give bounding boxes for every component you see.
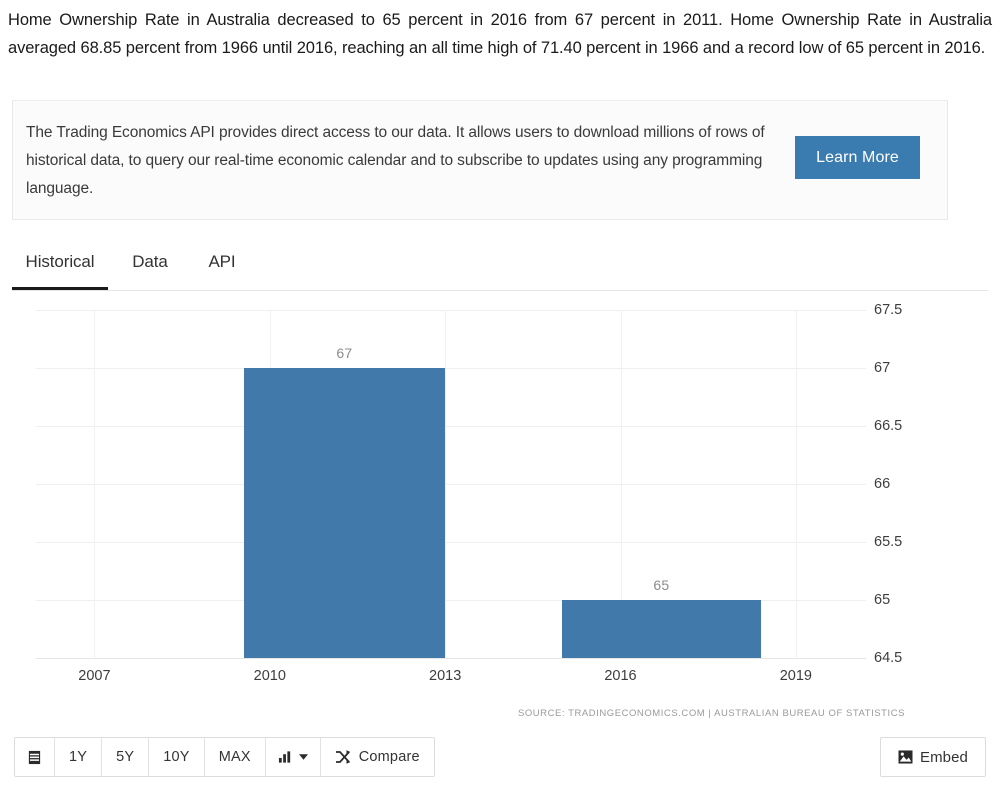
gridline-horizontal (36, 310, 866, 311)
calendar-button[interactable] (15, 738, 55, 776)
chart-source-attribution: SOURCE: TRADINGECONOMICS.COM | AUSTRALIA… (517, 708, 905, 719)
y-axis-tick-label: 64.5 (874, 650, 903, 666)
y-axis-tick-label: 67 (874, 360, 891, 376)
api-promo-banner: The Trading Economics API provides direc… (12, 100, 948, 220)
tab-api[interactable]: API (198, 246, 246, 290)
page-intro-paragraph: Home Ownership Rate in Australia decreas… (8, 11, 992, 57)
chart-plot-area: 67 65 (36, 310, 866, 659)
gridline-vertical (445, 310, 447, 658)
tab-data-label: Data (132, 252, 168, 271)
chart-bar[interactable] (243, 368, 446, 658)
x-axis-tick-label: 2013 (429, 668, 462, 684)
learn-more-button[interactable]: Learn More (795, 136, 920, 179)
chart-tabs: Historical Data API (12, 246, 988, 291)
bar-value-label: 65 (653, 577, 670, 593)
gridline-horizontal (36, 484, 866, 485)
y-axis-tick-label: 65 (874, 592, 891, 608)
compare-button[interactable]: Compare (320, 738, 434, 776)
tab-historical-label: Historical (25, 252, 95, 271)
chart-page: Home Ownership Rate in Australia decreas… (0, 0, 1000, 802)
y-axis-tick-label: 66 (874, 476, 891, 492)
y-axis-tick-label: 65.5 (874, 534, 903, 550)
y-axis-tick-label: 66.5 (874, 418, 903, 434)
chart-type-dropdown[interactable] (265, 738, 321, 776)
gridline-horizontal (36, 426, 866, 427)
chevron-down-icon (298, 754, 308, 760)
image-icon (898, 750, 913, 764)
chart-bar[interactable] (562, 600, 761, 658)
x-axis-tick-label: 2007 (78, 668, 111, 684)
range-10y-button[interactable]: 10Y (149, 738, 205, 776)
x-axis-tick-label: 2010 (253, 668, 286, 684)
gridline-vertical (795, 310, 797, 658)
gridline-vertical (94, 310, 96, 658)
api-promo-text: The Trading Economics API provides direc… (26, 124, 765, 197)
home-ownership-bar-chart[interactable]: 67 65 67.5 67 66.5 66 65.5 65 64.5 2007 2010 2013… (0, 296, 1000, 696)
tab-historical[interactable]: Historical (12, 246, 108, 290)
range-max-button[interactable]: MAX (204, 738, 266, 776)
tab-data[interactable]: Data (126, 246, 174, 290)
compare-label: Compare (358, 749, 420, 765)
shuffle-icon (335, 750, 351, 764)
bar-chart-icon (278, 750, 293, 764)
range-1y-button[interactable]: 1Y (55, 738, 103, 776)
y-axis-tick-label: 67.5 (874, 302, 903, 318)
range-5y-button[interactable]: 5Y (102, 738, 150, 776)
x-axis-tick-label: 2016 (604, 668, 637, 684)
x-axis-tick-label: 2019 (779, 668, 812, 684)
chart-toolbar: 1Y 5Y 10Y MAX Compare (14, 737, 435, 777)
gridline-horizontal (36, 368, 866, 369)
calendar-icon (27, 750, 42, 765)
embed-button[interactable]: Embed (879, 737, 986, 777)
embed-label: Embed (919, 748, 968, 766)
bar-value-label: 67 (336, 345, 353, 361)
tab-api-label: API (208, 252, 236, 271)
gridline-horizontal (36, 658, 866, 659)
gridline-horizontal (36, 542, 866, 543)
